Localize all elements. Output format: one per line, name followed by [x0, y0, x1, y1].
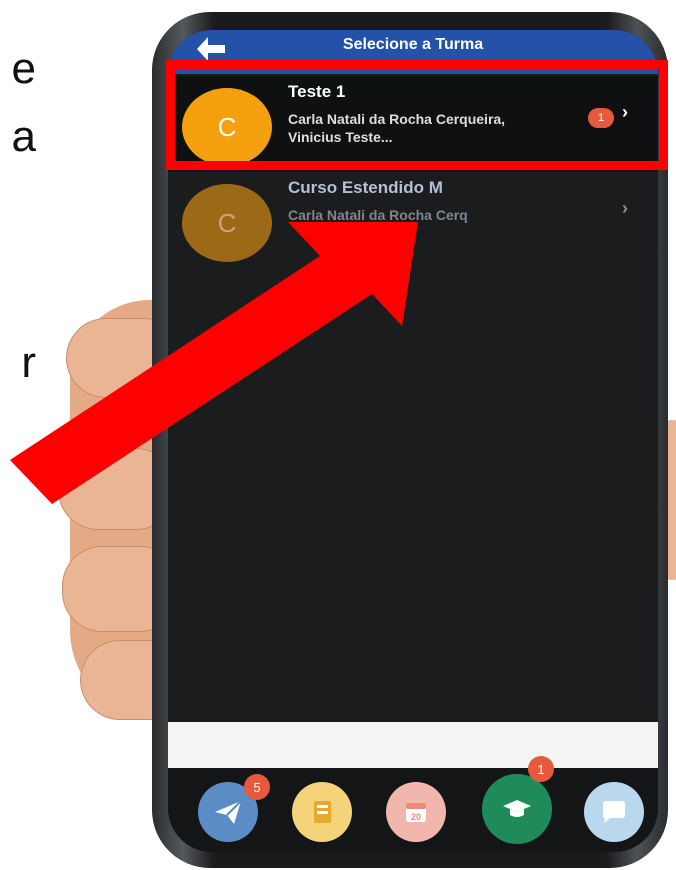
- calendar-icon: 20: [406, 803, 426, 822]
- slide-text-fragment: a: [11, 112, 36, 161]
- slide-text-fragment: r: [21, 338, 36, 387]
- chat-bubble-icon: [603, 801, 625, 823]
- notebook-icon: [314, 801, 331, 823]
- highlight-box: [166, 60, 668, 170]
- bottom-tab-bar: 5 20 1: [168, 756, 658, 852]
- tab-notebook[interactable]: [292, 782, 352, 842]
- page-title: Selecione a Turma: [342, 36, 484, 53]
- item-subtitle: Carla Natali da Rocha Cerq: [288, 207, 468, 223]
- calendar-day-label: 20: [411, 812, 421, 822]
- chevron-right-icon: ›: [622, 198, 628, 218]
- tab-calendar[interactable]: 20: [386, 782, 446, 842]
- tab-chat[interactable]: [584, 782, 644, 842]
- send-icon: [215, 800, 242, 824]
- tab-courses[interactable]: [482, 774, 552, 844]
- tab-badge: 1: [528, 756, 554, 782]
- item-title: Curso Estendido M: [288, 178, 443, 197]
- list-item-turma[interactable]: C Curso Estendido M Carla Natali da Roch…: [168, 172, 658, 268]
- tab-badge: 5: [244, 774, 270, 800]
- graduation-cap-icon: [503, 800, 531, 817]
- slide-text-fragment: e: [11, 44, 36, 93]
- avatar: C: [182, 184, 272, 262]
